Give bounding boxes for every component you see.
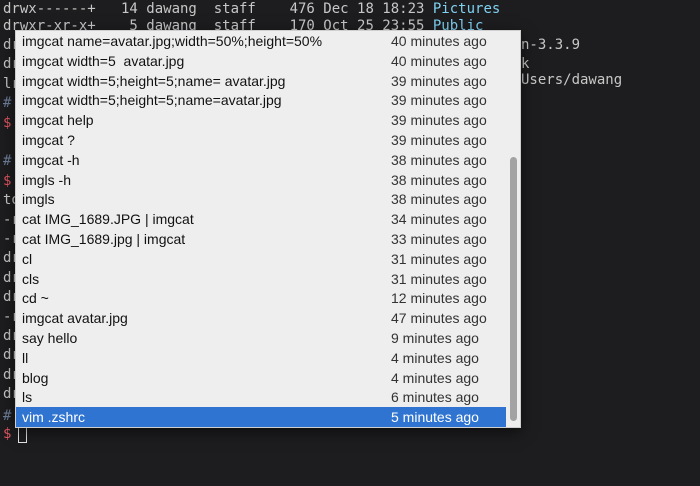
history-item[interactable]: cat IMG_1689.jpg | imgcat 33 minutes ago	[16, 229, 506, 249]
history-time: 40 minutes ago	[391, 52, 487, 69]
history-item[interactable]: cls 31 minutes ago	[16, 269, 506, 289]
history-time: 12 minutes ago	[391, 290, 487, 307]
history-time: 6 minutes ago	[391, 389, 479, 406]
history-command: cat IMG_1689.jpg | imgcat	[22, 231, 186, 247]
prompt-symbol: $	[3, 426, 12, 442]
history-item[interactable]: imgls -h 38 minutes ago	[16, 170, 506, 190]
history-time: 38 minutes ago	[391, 171, 487, 188]
terminal-left-fragment: #	[3, 153, 12, 170]
history-time: 9 minutes ago	[391, 330, 479, 346]
history-time: 40 minutes ago	[391, 33, 487, 49]
history-time: 39 minutes ago	[391, 72, 487, 89]
history-time: 4 minutes ago	[391, 369, 479, 386]
history-command: cls	[22, 270, 40, 287]
history-command: ll	[22, 349, 29, 366]
history-time: 5 minutes ago	[391, 409, 479, 426]
history-command: imgcat width=5;height=5;name=avatar.jpg	[22, 92, 282, 109]
history-item[interactable]: imgcat avatar.jpg 47 minutes ago	[16, 308, 506, 328]
history-item[interactable]: imgcat width=5 avatar.jpg 40 minutes ago	[16, 51, 506, 71]
scrollbar[interactable]	[507, 31, 520, 427]
command-history-popup[interactable]: imgcat name=avatar.jpg;width=50%;height=…	[15, 30, 521, 428]
history-item[interactable]: blog 4 minutes ago	[16, 368, 506, 388]
history-time: 47 minutes ago	[391, 310, 487, 327]
history-command: blog	[22, 369, 49, 386]
prompt-hash: #	[3, 408, 12, 424]
history-time: 39 minutes ago	[391, 112, 487, 129]
history-time: 33 minutes ago	[391, 231, 487, 247]
terminal-left-fragment: $	[3, 172, 12, 189]
history-command: imgcat -h	[22, 151, 80, 168]
history-command: ls	[22, 389, 33, 406]
history-item[interactable]: imgcat name=avatar.jpg;width=50%;height=…	[16, 31, 506, 51]
history-item[interactable]: ls 6 minutes ago	[16, 387, 506, 407]
terminal-right-fragment: Users/dawang	[521, 72, 623, 88]
history-time: 4 minutes ago	[391, 349, 479, 366]
terminal-left-fragment: $	[3, 114, 12, 131]
history-item[interactable]: imgcat width=5;height=5;name=avatar.jpg 3…	[16, 90, 506, 110]
history-command: vim .zshrc	[22, 409, 85, 426]
terminal-perms: drwx------+	[3, 1, 96, 17]
history-item[interactable]: vim .zshrc 5 minutes ago	[16, 407, 506, 427]
terminal-left-fragment: #	[3, 95, 12, 112]
history-command: imgcat name=avatar.jpg;width=50%;height=…	[22, 33, 323, 49]
history-item[interactable]: imgls 38 minutes ago	[16, 189, 506, 209]
history-time: 38 minutes ago	[391, 151, 487, 168]
history-command: say hello	[22, 330, 78, 346]
history-item[interactable]: cd ~ 12 minutes ago	[16, 288, 506, 308]
text-cursor[interactable]	[18, 426, 27, 443]
history-item[interactable]: say hello 9 minutes ago	[16, 328, 506, 348]
history-command: imgls -h	[22, 171, 72, 188]
history-time: 38 minutes ago	[391, 191, 487, 208]
history-time: 31 minutes ago	[391, 270, 487, 287]
history-item[interactable]: imgcat width=5;height=5;name= avatar.jpg…	[16, 71, 506, 91]
history-item[interactable]: ll 4 minutes ago	[16, 348, 506, 368]
history-command: cat IMG_1689.JPG | imgcat	[22, 211, 194, 228]
history-command: imgcat help	[22, 112, 94, 129]
terminal-right-fragment: n-3.3.9	[521, 37, 581, 53]
history-item[interactable]: cat IMG_1689.JPG | imgcat 34 minutes ago	[16, 209, 506, 229]
history-time: 39 minutes ago	[391, 132, 487, 148]
history-command: cd ~	[22, 290, 49, 307]
history-command: imgcat width=5 avatar.jpg	[22, 52, 185, 69]
history-command: imgcat width=5;height=5;name= avatar.jpg	[22, 72, 286, 89]
scrollbar-thumb[interactable]	[510, 157, 517, 421]
history-item[interactable]: imgcat -h 38 minutes ago	[16, 150, 506, 170]
history-time: 39 minutes ago	[391, 92, 487, 109]
history-item[interactable]: imgcat help 39 minutes ago	[16, 110, 506, 130]
history-command: imgls	[22, 191, 55, 208]
terminal-meta: 14 dawang staff 476 Dec 18 18:23	[95, 1, 433, 17]
history-time: 31 minutes ago	[391, 250, 487, 267]
history-command: cl	[22, 250, 33, 267]
terminal-dir-name: Pictures	[432, 1, 501, 17]
history-item[interactable]: cl 31 minutes ago	[16, 249, 506, 269]
history-item[interactable]: imgcat ? 39 minutes ago	[16, 130, 506, 150]
history-time: 34 minutes ago	[391, 211, 487, 228]
history-command: imgcat ?	[22, 132, 75, 148]
history-command: imgcat avatar.jpg	[22, 310, 128, 327]
